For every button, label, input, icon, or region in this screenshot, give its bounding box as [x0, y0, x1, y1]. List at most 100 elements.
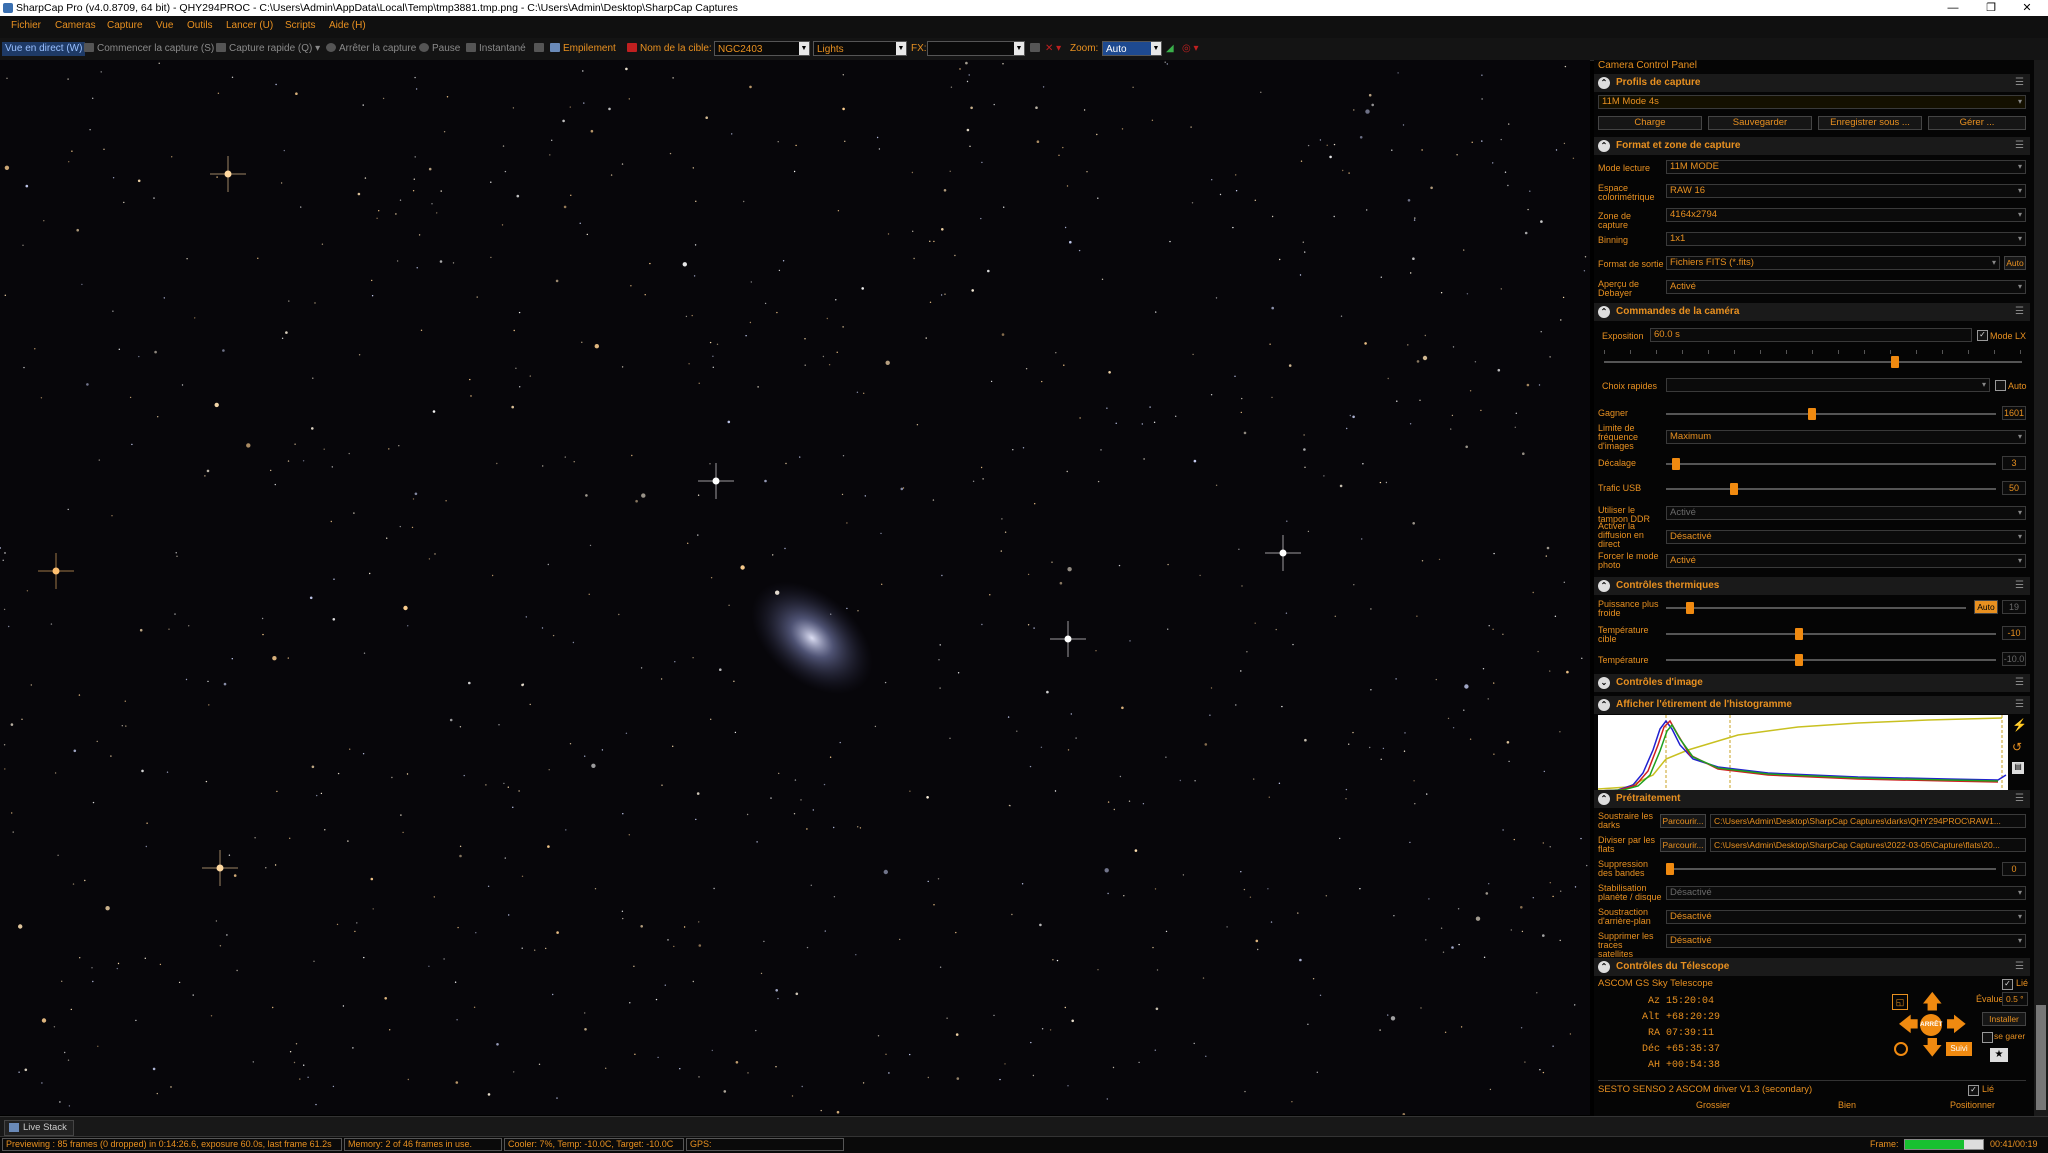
chevron-down-icon[interactable]: ▼ [1151, 42, 1161, 55]
chevron-down-icon[interactable]: ▼ [1014, 42, 1024, 55]
close-button[interactable]: ✕ [2004, 0, 2048, 16]
menu-lancer[interactable]: Lancer (U) [226, 20, 273, 31]
background-sub-select[interactable]: Désactivé ▾ [1666, 910, 2026, 924]
manage-profile-button[interactable]: Gérer ... [1928, 116, 2026, 130]
cooler-power-slider[interactable] [1666, 602, 1966, 614]
save-as-profile-button[interactable]: Enregistrer sous ... [1818, 116, 1922, 130]
gain-slider-knob[interactable] [1808, 408, 1816, 420]
section-histogram[interactable]: ⌃ Afficher l'étirement de l'histogramme ☰ [1594, 696, 2030, 714]
home-target-icon[interactable] [1894, 1042, 1908, 1056]
menu-capture[interactable]: Capture [107, 20, 143, 31]
banding-slider[interactable] [1666, 863, 1996, 875]
usb-traffic-slider-knob[interactable] [1730, 483, 1738, 495]
menu-icon[interactable]: ☰ [2015, 137, 2024, 155]
live-stack-tab[interactable]: Live Stack [4, 1120, 74, 1136]
target-temp-slider[interactable] [1666, 628, 1996, 640]
ddr-buffer-select[interactable]: Activé ▾ [1666, 506, 2026, 520]
stacking-button[interactable]: Empilement [550, 42, 616, 56]
menu-scripts[interactable]: Scripts [285, 20, 316, 31]
menu-vue[interactable]: Vue [156, 20, 173, 31]
profile-select[interactable]: 11M Mode 4s ▾ [1598, 95, 2026, 109]
menu-fichier[interactable]: Fichier [11, 20, 41, 31]
scrollbar-thumb[interactable] [2036, 1005, 2046, 1110]
tracking-button[interactable]: Suivi [1946, 1042, 1972, 1056]
binning-select[interactable]: 1x1 ▾ [1666, 232, 2026, 246]
fx-select[interactable]: ▼ [927, 41, 1025, 56]
menu-icon[interactable]: ☰ [2015, 577, 2024, 595]
cooler-auto-button[interactable]: Auto [1974, 600, 1998, 614]
chevron-up-icon[interactable]: ⌃ [1598, 699, 1610, 711]
menu-aide[interactable]: Aide (H) [329, 20, 366, 31]
quick-capture-button[interactable]: Capture rapide (Q) ▾ [216, 42, 320, 56]
zoom-select[interactable]: Auto ▼ [1102, 41, 1162, 56]
offset-value[interactable]: 3 [2002, 456, 2026, 470]
histogram-lightning-icon[interactable]: ⚡ [2012, 718, 2027, 732]
auto-exposure-checkbox[interactable] [1995, 380, 2006, 391]
mount-linked-checkbox[interactable]: ✓ [2002, 979, 2013, 990]
east-arrow-icon[interactable]: 🡆 [1946, 1015, 1967, 1035]
settings-icon[interactable] [534, 42, 547, 56]
histogram-reset-icon[interactable]: ↺ [2012, 740, 2026, 754]
gain-value[interactable]: 1601 [2002, 406, 2026, 420]
offset-slider[interactable] [1666, 458, 1996, 470]
live-view-button[interactable]: Vue en direct (W) [2, 42, 86, 56]
quick-choice-select[interactable]: ▾ [1666, 378, 1990, 392]
section-telescope[interactable]: ⌃ Contrôles du Télescope ☰ [1594, 958, 2030, 976]
section-camera-controls[interactable]: ⌃ Commandes de la caméra ☰ [1594, 303, 2030, 321]
section-profiles[interactable]: ⌃ Profils de capture ☰ [1594, 74, 2030, 92]
exposure-slider-knob[interactable] [1891, 356, 1899, 368]
exposure-input[interactable]: 60.0 s [1650, 328, 1972, 342]
section-format[interactable]: ⌃ Format et zone de capture ☰ [1594, 137, 2030, 155]
install-button[interactable]: Installer [1982, 1012, 2026, 1026]
chevron-up-icon[interactable]: ⌃ [1598, 793, 1610, 805]
exposure-slider[interactable] [1604, 356, 2022, 368]
crosshair-icon[interactable]: ✕ ▾ [1045, 42, 1061, 56]
load-profile-button[interactable]: Charge [1598, 116, 1702, 130]
chevron-up-icon[interactable]: ⌃ [1598, 77, 1610, 89]
photo-mode-select[interactable]: Activé ▾ [1666, 554, 2026, 568]
colour-space-select[interactable]: RAW 16 ▾ [1666, 184, 2026, 198]
menu-icon[interactable]: ☰ [2015, 674, 2024, 692]
menu-icon[interactable]: ☰ [2015, 74, 2024, 92]
usb-traffic-slider[interactable] [1666, 483, 1996, 495]
histogram-graph[interactable] [1598, 715, 2008, 791]
stabilisation-select[interactable]: Désactivé ▾ [1666, 886, 2026, 900]
snapshot-button[interactable]: Instantané [466, 42, 526, 56]
cooler-power-slider-knob[interactable] [1686, 602, 1694, 614]
grid-icon[interactable] [1030, 42, 1043, 56]
north-arrow-icon[interactable]: 🡅 [1922, 992, 1943, 1012]
menu-outils[interactable]: Outils [187, 20, 213, 31]
section-preprocessing[interactable]: ⌃ Prétraitement ☰ [1594, 790, 2030, 808]
target-name-input[interactable]: NGC2403 ▼ [714, 41, 810, 56]
stop-mount-button[interactable]: ARRÊT [1920, 1014, 1942, 1036]
panel-scrollbar[interactable] [2034, 60, 2048, 1116]
offset-slider-knob[interactable] [1672, 458, 1680, 470]
live-stream-select[interactable]: Désactivé ▾ [1666, 530, 2026, 544]
fps-limit-select[interactable]: Maximum ▾ [1666, 430, 2026, 444]
satellite-select[interactable]: Désactivé ▾ [1666, 934, 2026, 948]
menu-icon[interactable]: ☰ [2015, 696, 2024, 714]
read-mode-select[interactable]: 11M MODE ▾ [1666, 160, 2026, 174]
banding-slider-knob[interactable] [1666, 863, 1674, 875]
chevron-down-icon[interactable]: ▼ [799, 42, 809, 55]
frame-type-select[interactable]: Lights ▼ [813, 41, 907, 56]
save-profile-button[interactable]: Sauvegarder [1708, 116, 1812, 130]
west-arrow-icon[interactable]: 🡄 [1898, 1015, 1919, 1035]
chevron-down-icon[interactable]: ▼ [896, 42, 906, 55]
star-icon[interactable]: ★ [1990, 1048, 2008, 1062]
south-arrow-icon[interactable]: 🡇 [1922, 1038, 1943, 1058]
pause-button[interactable]: Pause [419, 42, 460, 56]
rate-select[interactable]: 0.5 ° [2002, 992, 2028, 1006]
auto-button[interactable]: Auto [2004, 256, 2026, 270]
image-viewport[interactable] [0, 60, 1590, 1115]
record-icon[interactable]: ◎ ▾ [1182, 42, 1199, 56]
cooler-power-value[interactable]: 19 [2002, 600, 2026, 614]
flats-browse-button[interactable]: Parcourir... [1660, 838, 1706, 852]
chevron-up-icon[interactable]: ⌃ [1598, 306, 1610, 318]
target-temp-slider-knob[interactable] [1795, 628, 1803, 640]
flats-path-select[interactable]: C:\Users\Admin\Desktop\SharpCap Captures… [1710, 838, 2026, 852]
focuser-linked-checkbox[interactable]: ✓ [1968, 1085, 1979, 1096]
section-image-controls[interactable]: ⌄ Contrôles d'image ☰ [1594, 674, 2030, 692]
park-checkbox[interactable] [1982, 1032, 1993, 1043]
lx-mode-checkbox[interactable]: ✓ [1977, 330, 1988, 341]
